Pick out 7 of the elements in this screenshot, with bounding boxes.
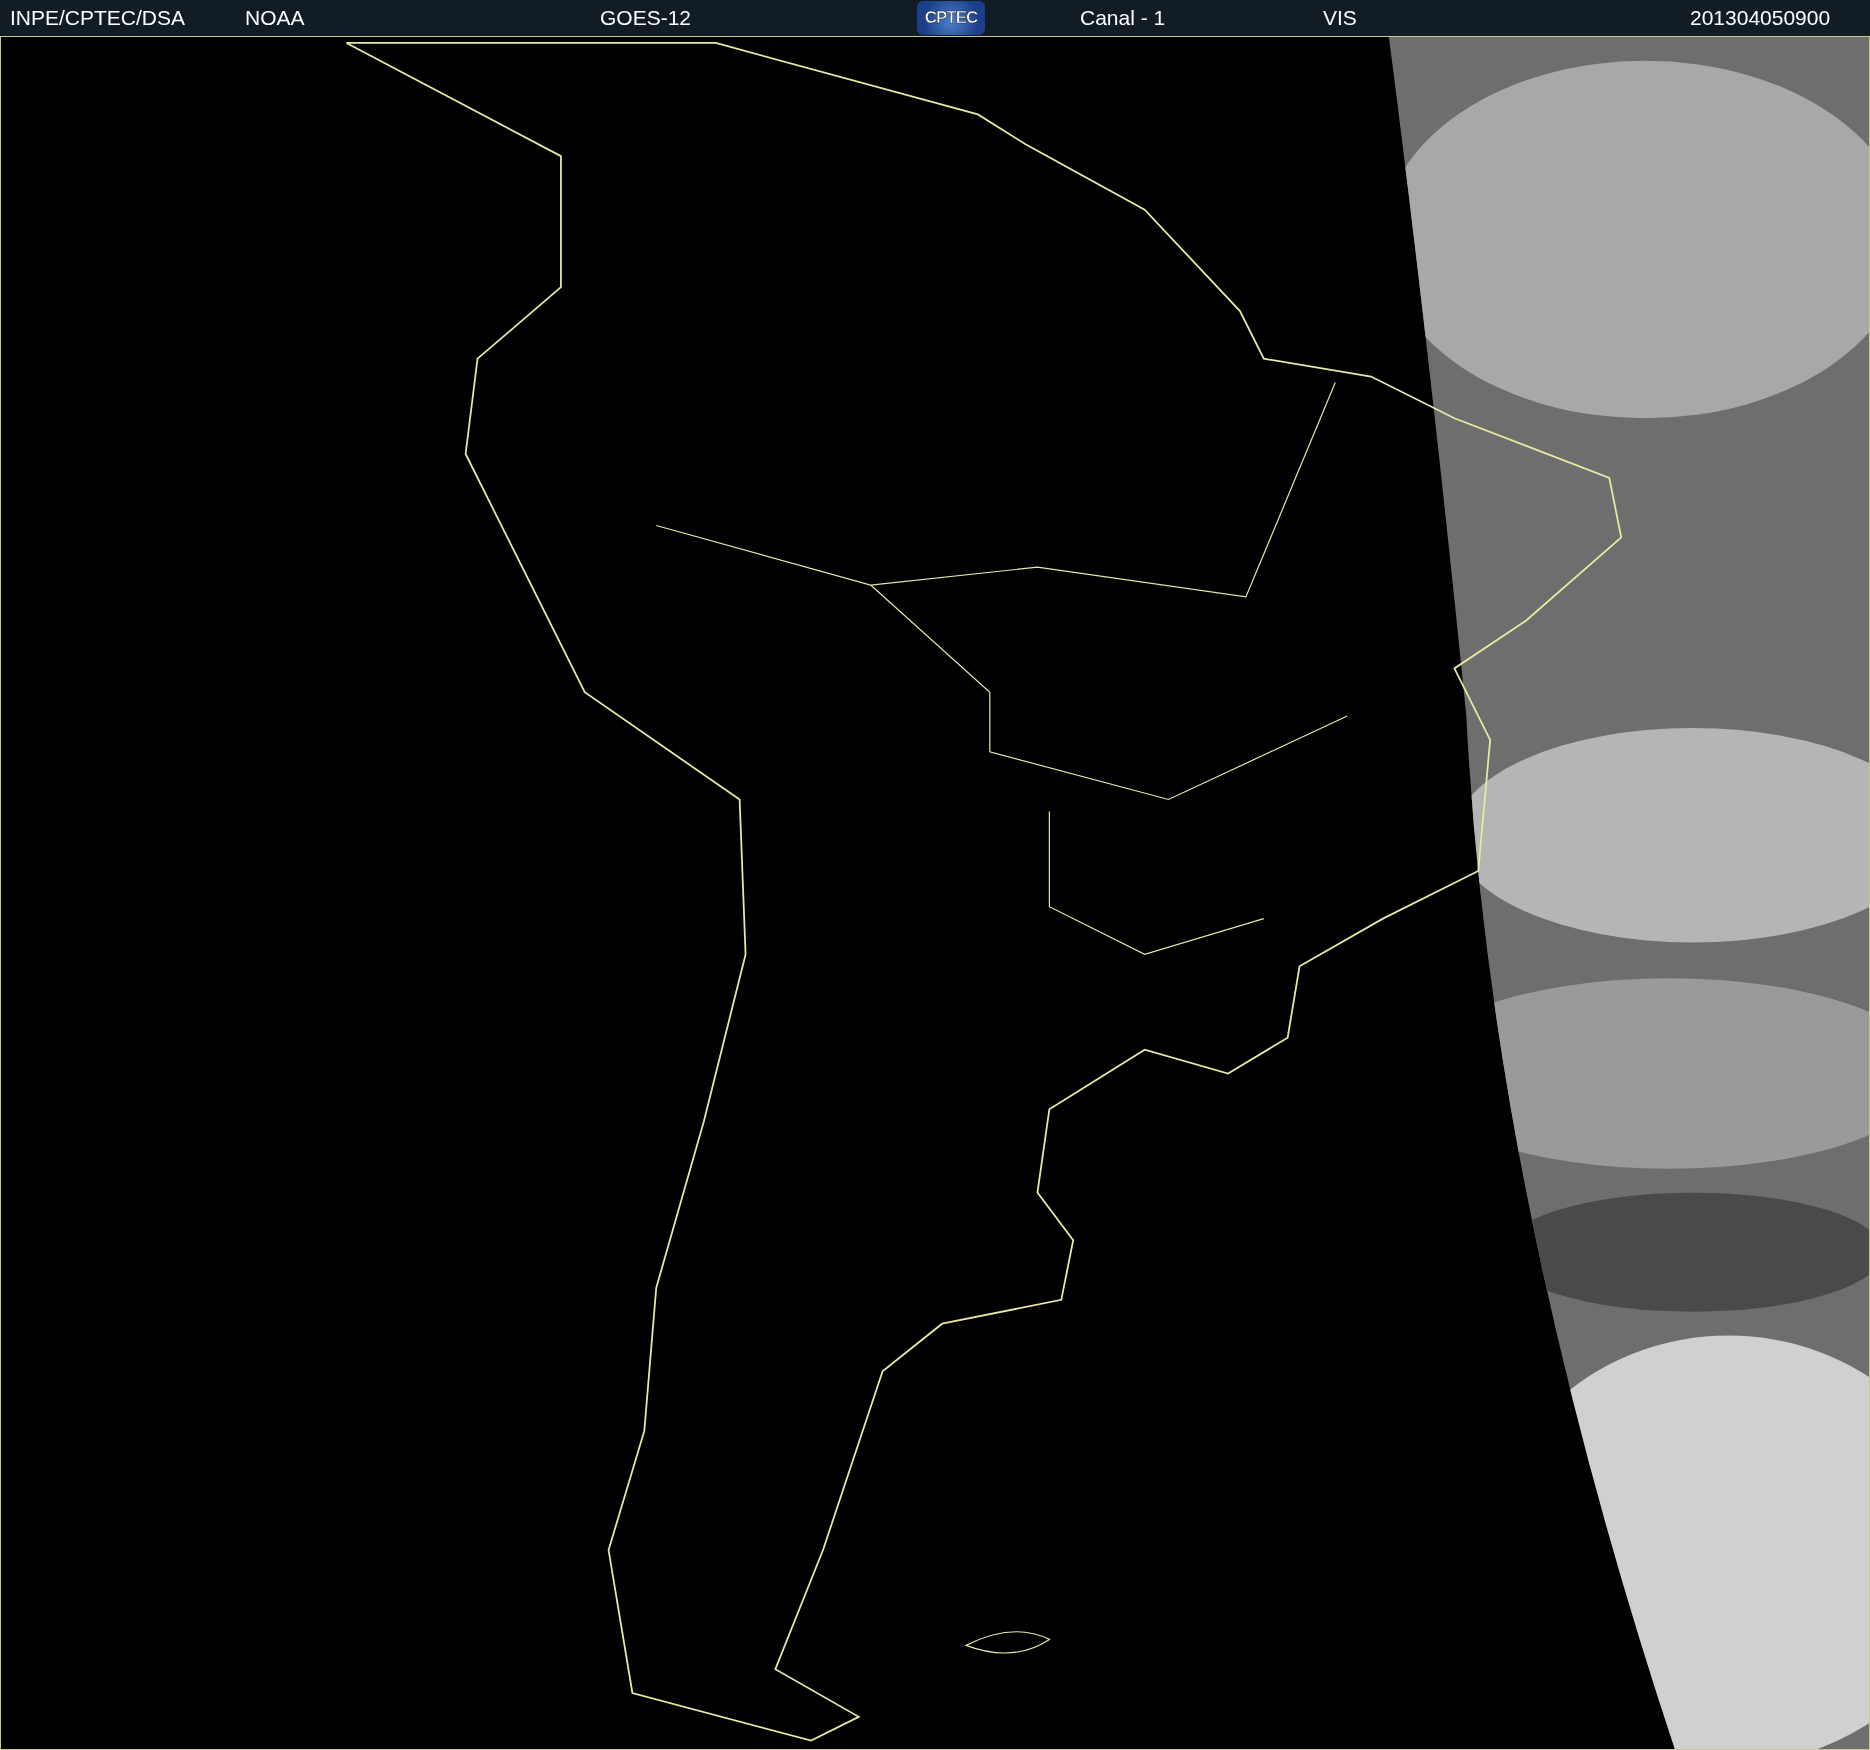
header-label: Canal - 1 (1080, 6, 1166, 30)
header-label: INPE/CPTEC/DSA (10, 6, 186, 30)
header-label: 201304050900 (1690, 6, 1831, 30)
header-label: GOES-12 (600, 6, 692, 30)
logo: CPTEC (917, 1, 985, 35)
header-label: NOAA (245, 6, 305, 30)
header-label: VIS (1323, 6, 1357, 30)
